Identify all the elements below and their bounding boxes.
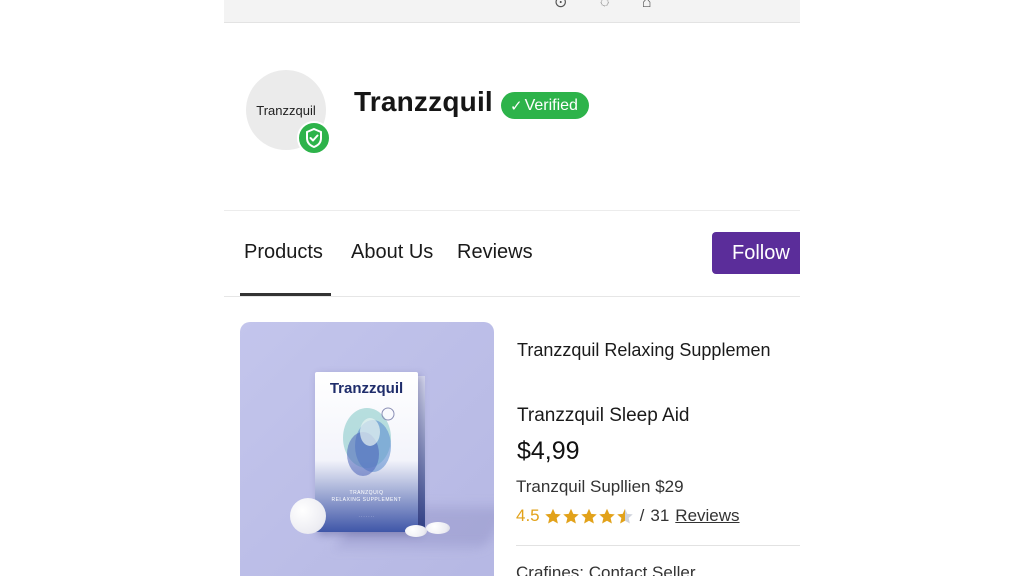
rating-separator: /: [639, 506, 645, 525]
top-bar-icons: ⊙ ◌ ⌂: [554, 0, 666, 11]
product-price: $4,99: [517, 437, 580, 465]
product-rating: 4.5 / 31 Reviews: [516, 506, 740, 526]
package-brand: Tranzzquil: [329, 380, 404, 397]
package-subtitle: TRANZQUIQ RELAXING SUPPLEMENT: [315, 490, 418, 504]
package-subtitle-line-2: RELAXING SUPPLEMENT: [331, 497, 402, 503]
package-subtitle-line-1: TRANZQUIQ: [349, 490, 384, 496]
store-page: ⊙ ◌ ⌂ Tranzzquil Tranzzquil ✓ Verified P…: [224, 0, 800, 576]
package-swirl-graphic: [343, 407, 395, 476]
seller-contact-line[interactable]: Crafines: Contact Seller: [516, 563, 696, 576]
rating-stars: [544, 508, 634, 525]
product-name[interactable]: Tranzzquil Sleep Aid: [517, 405, 690, 427]
product-divider: [516, 545, 800, 546]
verified-badge: ✓ Verified: [501, 92, 589, 119]
pill-large: [290, 498, 326, 534]
verified-label: Verified: [524, 96, 578, 114]
pill-small-1: [405, 525, 427, 537]
star-half-icon: [616, 508, 633, 524]
follow-button[interactable]: Follow: [712, 232, 800, 274]
product-title[interactable]: Tranzzquil Relaxing Supplemen: [517, 340, 770, 361]
star-icon: [580, 508, 597, 524]
product-image[interactable]: Tranzzquil TRANZQUIQ RELAXING SUPPLEMENT…: [240, 322, 494, 576]
tabs-divider: [224, 296, 800, 297]
tab-reviews[interactable]: Reviews: [457, 241, 533, 264]
checkmark-icon: ✓: [510, 97, 523, 115]
top-bar: ⊙ ◌ ⌂: [224, 0, 800, 23]
tab-about-us[interactable]: About Us: [351, 241, 433, 264]
rating-value: 4.5: [516, 506, 540, 525]
star-icon: [544, 508, 561, 524]
pill-small-2: [426, 522, 450, 534]
star-icon: [598, 508, 615, 524]
package-side: [418, 376, 425, 530]
product-package: Tranzzquil TRANZQUIQ RELAXING SUPPLEMENT…: [315, 372, 418, 532]
reviews-link[interactable]: Reviews: [675, 506, 739, 526]
rating-count: 31: [650, 506, 670, 525]
product-alt-price: Tranzquil Supllien $29: [516, 477, 684, 496]
star-icon: [562, 508, 579, 524]
shield-check-icon: [297, 121, 331, 155]
avatar-label: Tranzzquil: [256, 102, 316, 118]
tab-products[interactable]: Products: [244, 241, 323, 264]
package-fine-print: · · · · · · ·: [358, 514, 375, 519]
store-name: Tranzzquil: [354, 86, 493, 117]
